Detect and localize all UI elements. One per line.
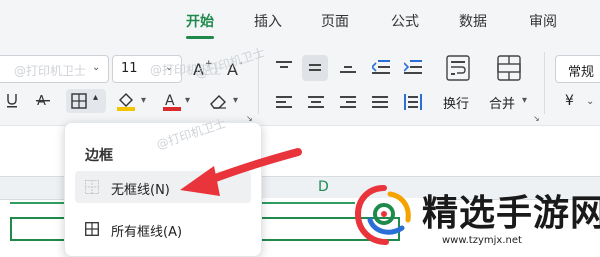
align-right-icon[interactable] [340,95,356,109]
column-header-d[interactable]: D [318,179,329,195]
font-size-value: 11 [121,61,138,76]
justify-icon[interactable] [372,95,388,109]
all-borders-icon [85,222,99,236]
align-bottom-icon[interactable] [340,60,356,74]
ribbon-toolbar: @打印机卫士 ⌄ 11 ⌄ @打印机卫士 A + A- 换行 合并 ▾ ↘ 常规… [0,40,600,126]
align-middle-button[interactable] [302,55,328,81]
chevron-down-icon: ⌄ [92,62,101,73]
svg-text:A: A [227,60,238,78]
site-logo: 精选手游网 www.tzymjx.net [350,178,600,255]
ribbon-separator [258,52,259,114]
svg-text:+: + [205,59,213,69]
border-grid-icon [71,93,87,109]
svg-text:A: A [165,93,175,109]
font-name-select[interactable]: @打印机卫士 ⌄ [0,55,109,83]
increase-indent-icon[interactable] [404,59,422,75]
align-left-icon[interactable] [276,95,292,109]
merge-cells-button[interactable]: 合并 [489,93,515,112]
chevron-down-icon[interactable]: ▾ [185,95,190,106]
currency-button[interactable]: ¥ [565,93,574,109]
font-color-icon[interactable]: A [162,91,182,111]
no-border-icon [85,180,99,194]
cell-border-line [255,202,355,204]
svg-text:A: A [193,60,204,78]
border-button[interactable]: ▴ [66,89,106,113]
active-tab-indicator [186,36,214,39]
border-menu-title: 边框 [85,148,113,164]
chevron-down-icon[interactable]: ▾ [233,95,238,106]
chevron-down-icon: ⌄ [165,62,174,73]
tab-page[interactable]: 页面 [321,11,349,31]
all-borders-label: 所有框线(A) [111,225,183,240]
watermark-text: @打印机卫士 [14,64,87,78]
increase-font-icon[interactable]: A + [192,58,214,78]
number-format-value: 常规 [568,65,595,80]
chevron-down-icon[interactable]: ▾ [522,95,527,106]
underline-icon[interactable] [6,92,18,108]
tab-review[interactable]: 审阅 [529,11,557,31]
tab-insert[interactable]: 插入 [254,11,282,31]
align-top-icon[interactable] [276,60,292,74]
chevron-down-icon[interactable]: ⌄ [586,96,594,107]
number-format-select[interactable]: 常规 [555,55,600,83]
no-border-label: 无框线(N) [111,183,170,198]
logo-mark-icon [354,185,411,245]
decrease-indent-icon[interactable] [372,59,390,75]
merge-cells-icon[interactable] [497,55,521,81]
logo-url: www.tzymjx.net [442,235,522,246]
svg-text:-: - [239,58,243,69]
font-size-select[interactable]: 11 ⌄ [112,55,182,83]
tab-data[interactable]: 数据 [459,11,487,31]
strikethrough-icon[interactable]: A [36,92,50,108]
chevron-up-icon: ▴ [93,92,99,103]
all-borders-option[interactable]: 所有框线(A) [75,213,251,245]
ribbon-tab-bar: 开始 插入 页面 公式 数据 审阅 [0,0,600,40]
border-dropdown-menu: 边框 无框线(N) 所有框线(A) @打印机卫士 [64,116,262,257]
ribbon-separator [544,52,545,114]
tab-home[interactable]: 开始 [186,11,214,31]
tab-formulas[interactable]: 公式 [391,11,419,31]
no-border-option[interactable]: 无框线(N) [75,171,251,203]
eraser-icon[interactable] [208,92,228,110]
dialog-launcher-icon[interactable]: ↘ [533,114,540,123]
wrap-text-button[interactable]: 换行 [443,93,469,112]
chevron-down-icon[interactable]: ▾ [141,95,146,106]
align-center-icon[interactable] [308,95,324,109]
distributed-align-icon[interactable] [404,93,422,111]
decrease-font-icon[interactable]: A- [226,58,248,78]
fill-color-icon[interactable] [116,91,138,111]
wrap-text-icon[interactable] [446,55,470,81]
logo-name: 精选手游网 [422,193,600,234]
